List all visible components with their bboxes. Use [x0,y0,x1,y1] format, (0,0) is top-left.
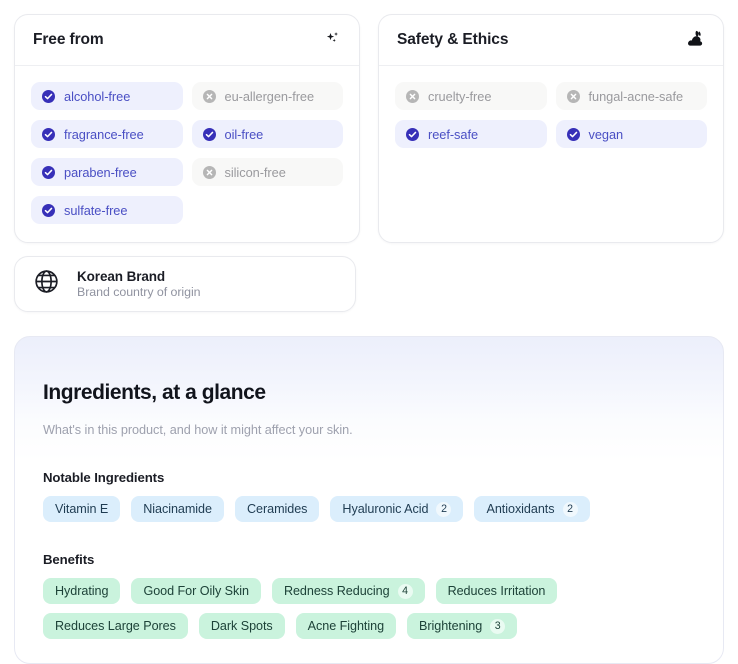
rabbit-icon [686,30,705,50]
notable-ingredients-label: Notable Ingredients [43,470,165,486]
brand-origin-subtitle: Brand country of origin [77,285,201,299]
benefits-chip-row: Hydrating Good For Oily Skin Redness Red… [43,578,695,640]
chip-label: Redness Reducing [283,584,390,599]
attribute-pill-alcohol-free[interactable]: alcohol-free [31,82,183,110]
safety-ethics-card-header: Safety & Ethics [379,15,723,66]
benefits-section: Benefits Hydrating Good For Oily Skin Re… [43,552,695,640]
check-circle-icon [42,165,55,179]
attribute-pill-label: alcohol-free [64,88,131,104]
chip-count-badge: 2 [562,501,578,517]
ingredients-subtitle: What's in this product, and how it might… [43,423,353,438]
chip-label: Acne Fighting [307,619,385,634]
chip-label: Reduces Irritation [447,584,546,599]
attribute-pill-label: vegan [588,126,624,142]
benefit-chip-brightening[interactable]: Brightening 3 [407,613,518,640]
attribute-pill-reef-safe[interactable]: reef-safe [395,120,547,148]
safety-ethics-card-title: Safety & Ethics [397,31,509,48]
ingredient-chip-ceramides[interactable]: Ceramides [234,496,320,523]
chip-label: Hydrating [55,584,109,599]
notable-ingredients-chip-row: Vitamin E Niacinamide Ceramides Hyaluron… [43,496,695,523]
benefit-chip-redness-reducing[interactable]: Redness Reducing 4 [271,578,425,605]
check-circle-icon [566,127,580,141]
benefit-chip-acne-fighting[interactable]: Acne Fighting [295,613,397,640]
safety-ethics-card: Safety & Ethics cruelty-free fungal-acne… [378,14,724,243]
free-from-card-title: Free from [33,31,104,48]
attribute-pill-label: silicon-free [224,164,286,180]
chip-label: Ceramides [246,502,308,517]
attribute-pill-fragrance-free[interactable]: fragrance-free [31,120,183,148]
attribute-cards-row: Free from alcohol-free eu-allergen-free … [14,14,724,243]
attribute-pill-paraben-free[interactable]: paraben-free [31,158,183,186]
chip-count-badge: 3 [490,618,506,634]
free-from-card-body: alcohol-free eu-allergen-free fragrance-… [15,66,359,242]
brand-origin-text: Korean Brand Brand country of origin [77,269,201,299]
attribute-pill-label: reef-safe [428,126,479,142]
chip-label: Niacinamide [143,502,212,517]
brand-origin-card[interactable]: Korean Brand Brand country of origin [14,256,356,312]
attribute-pill-label: cruelty-free [428,88,492,104]
attribute-pill-label: fragrance-free [64,126,144,142]
chip-count-badge: 2 [436,501,452,517]
attribute-pill-label: eu-allergen-free [224,88,315,104]
attribute-pill-eu-allergen-free[interactable]: eu-allergen-free [191,82,343,110]
x-circle-icon [406,89,419,103]
safety-ethics-pill-grid: cruelty-free fungal-acne-safe reef-safe … [395,82,707,148]
notable-ingredients-section: Notable Ingredients Vitamin E Niacinamid… [43,470,695,523]
attribute-pill-cruelty-free[interactable]: cruelty-free [395,82,547,110]
chip-label: Reduces Large Pores [55,619,176,634]
free-from-card-header: Free from [15,15,359,66]
benefit-chip-hydrating[interactable]: Hydrating [43,578,121,605]
ingredient-chip-antioxidants[interactable]: Antioxidants 2 [474,496,590,523]
chip-label: Vitamin E [55,502,109,517]
check-circle-icon [202,127,216,141]
benefit-chip-good-for-oily-skin[interactable]: Good For Oily Skin [131,578,261,605]
check-circle-icon [42,203,55,217]
x-circle-icon [202,89,216,103]
ingredient-chip-vitamin-e[interactable]: Vitamin E [43,496,121,523]
chip-label: Good For Oily Skin [143,584,249,599]
safety-ethics-card-body: cruelty-free fungal-acne-safe reef-safe … [379,66,723,166]
ingredient-chip-niacinamide[interactable]: Niacinamide [131,496,224,523]
chip-label: Dark Spots [210,619,273,634]
free-from-pill-grid: alcohol-free eu-allergen-free fragrance-… [31,82,343,224]
product-details-page: Free from alcohol-free eu-allergen-free … [0,0,738,664]
globe-icon [33,268,60,300]
check-circle-icon [42,89,55,103]
attribute-pill-vegan[interactable]: vegan [555,120,707,148]
benefits-label: Benefits [43,552,95,568]
attribute-pill-sulfate-free[interactable]: sulfate-free [31,196,183,224]
x-circle-icon [202,165,216,179]
benefit-chip-reduces-irritation[interactable]: Reduces Irritation [435,578,558,605]
chip-label: Hyaluronic Acid [342,502,429,517]
sparkles-icon [324,30,341,50]
check-circle-icon [406,127,419,141]
x-circle-icon [566,89,580,103]
chip-label: Brightening [419,619,483,634]
chip-label: Antioxidants [486,502,555,517]
attribute-pill-label: oil-free [224,126,264,142]
chip-count-badge: 4 [397,583,413,599]
attribute-pill-label: sulfate-free [64,202,128,218]
attribute-pill-silicon-free[interactable]: silicon-free [191,158,343,186]
attribute-pill-fungal-acne-safe[interactable]: fungal-acne-safe [555,82,707,110]
ingredients-title: Ingredients, at a glance [43,381,266,405]
attribute-pill-oil-free[interactable]: oil-free [191,120,343,148]
attribute-pill-label: paraben-free [64,164,137,180]
benefit-chip-reduces-large-pores[interactable]: Reduces Large Pores [43,613,188,640]
benefit-chip-dark-spots[interactable]: Dark Spots [198,613,285,640]
attribute-pill-label: fungal-acne-safe [588,88,684,104]
ingredient-chip-hyaluronic-acid[interactable]: Hyaluronic Acid 2 [330,496,464,523]
ingredients-panel: Ingredients, at a glance What's in this … [14,336,724,664]
brand-origin-name: Korean Brand [77,269,166,284]
check-circle-icon [42,127,55,141]
free-from-card: Free from alcohol-free eu-allergen-free … [14,14,360,243]
